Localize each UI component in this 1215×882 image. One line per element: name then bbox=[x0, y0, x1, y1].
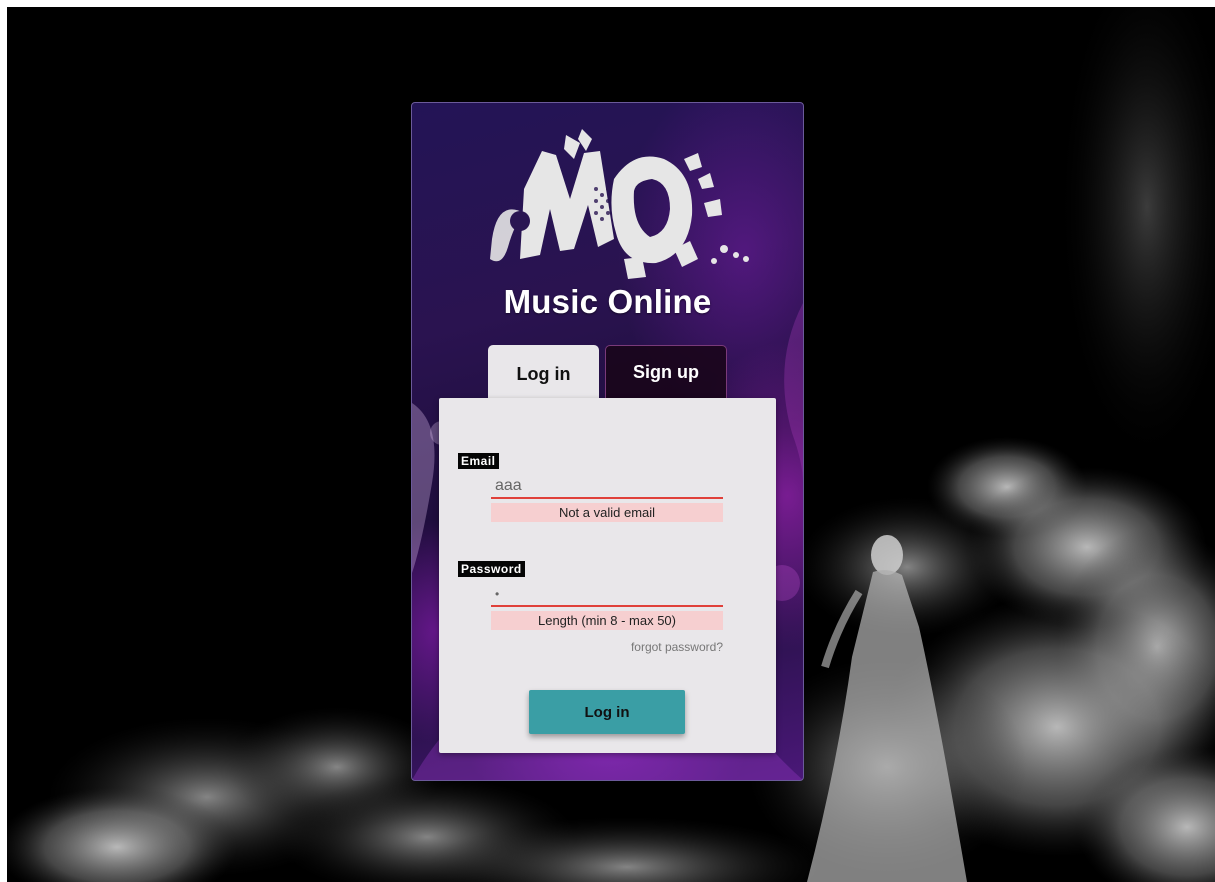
email-input[interactable] bbox=[491, 475, 723, 499]
app-title: Music Online bbox=[503, 283, 712, 320]
tab-signup[interactable]: Sign up bbox=[605, 345, 727, 398]
password-error-message: Length (min 8 - max 50) bbox=[491, 611, 723, 630]
tab-login-label: Log in bbox=[516, 363, 571, 384]
email-label: Email bbox=[458, 453, 499, 469]
login-card: Music Online Log in Sign up Email Not a … bbox=[411, 102, 804, 781]
login-submit-button[interactable]: Log in bbox=[529, 690, 685, 734]
password-label: Password bbox=[458, 561, 525, 577]
forgot-password-link[interactable]: forgot password? bbox=[631, 640, 723, 654]
tab-signup-label: Sign up bbox=[633, 361, 699, 382]
password-input[interactable] bbox=[491, 583, 723, 607]
background-stage: Music Online Log in Sign up Email Not a … bbox=[7, 7, 1215, 882]
tab-login[interactable]: Log in bbox=[488, 345, 599, 403]
login-form-panel: Email Not a valid email Password Length … bbox=[439, 398, 776, 753]
email-error-message: Not a valid email bbox=[491, 503, 723, 522]
mo-grunge-logo-icon bbox=[490, 129, 749, 279]
